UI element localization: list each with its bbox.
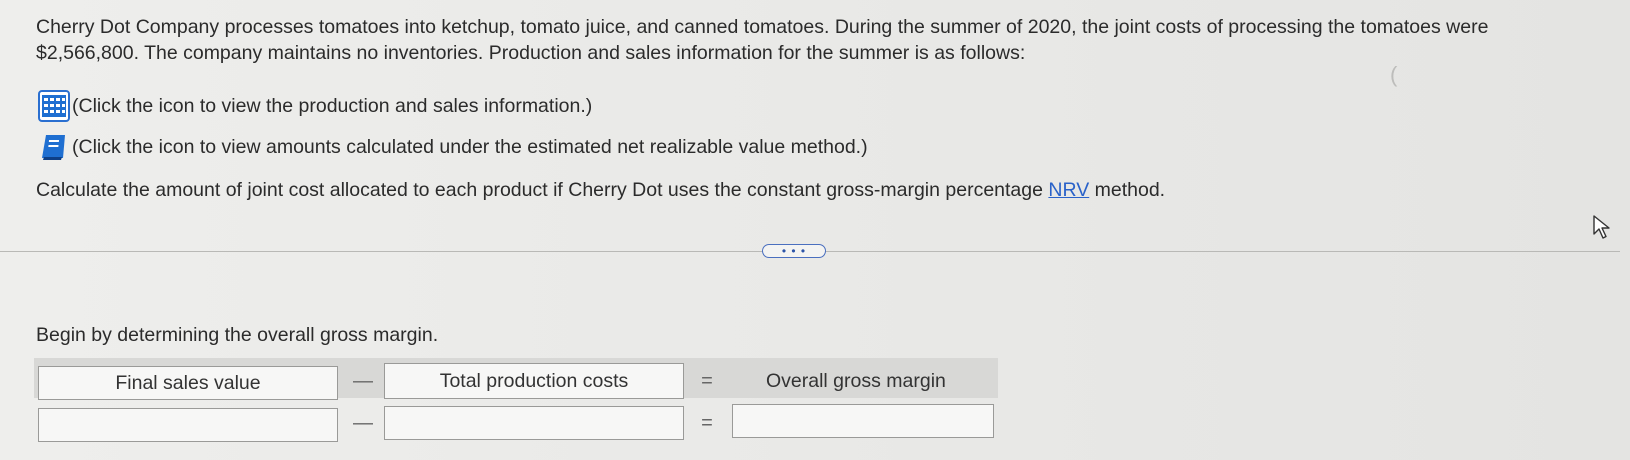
page: Cherry Dot Company processes tomatoes in… bbox=[0, 0, 1630, 460]
instruction-after: method. bbox=[1089, 179, 1166, 201]
overall-gross-margin-input[interactable] bbox=[732, 404, 994, 438]
equals-operator: = bbox=[701, 412, 713, 434]
more-button[interactable]: • • • bbox=[762, 244, 826, 258]
header-total-production-costs: Total production costs bbox=[384, 363, 684, 399]
step-prompt: Begin by determining the overall gross m… bbox=[36, 324, 439, 346]
header-minus-operator: — bbox=[353, 370, 373, 392]
info-link-text[interactable]: (Click the icon to view amounts calculat… bbox=[72, 136, 868, 159]
instruction-before: Calculate the amount of joint cost alloc… bbox=[36, 179, 1049, 201]
nrv-link[interactable]: NRV bbox=[1048, 179, 1089, 201]
notebook-icon[interactable] bbox=[38, 131, 70, 163]
header-final-sales-value: Final sales value bbox=[38, 366, 338, 400]
mouse-cursor-icon bbox=[1592, 214, 1614, 245]
total-production-costs-input[interactable] bbox=[384, 406, 684, 440]
final-sales-value-input[interactable] bbox=[38, 408, 338, 442]
info-link-production-sales[interactable]: (Click the icon to view the production a… bbox=[38, 90, 592, 122]
header-overall-gross-margin: Overall gross margin bbox=[766, 370, 946, 392]
faint-mark: ( bbox=[1390, 62, 1398, 87]
info-link-text[interactable]: (Click the icon to view the production a… bbox=[72, 95, 592, 118]
question-text: Cherry Dot Company processes tomatoes in… bbox=[36, 16, 1489, 64]
table-grid-icon[interactable] bbox=[38, 90, 70, 122]
instruction-text: Calculate the amount of joint cost alloc… bbox=[36, 179, 1165, 202]
minus-operator: — bbox=[353, 412, 373, 434]
header-equals-operator: = bbox=[701, 370, 713, 392]
info-link-nrv-amounts[interactable]: (Click the icon to view amounts calculat… bbox=[38, 131, 868, 163]
